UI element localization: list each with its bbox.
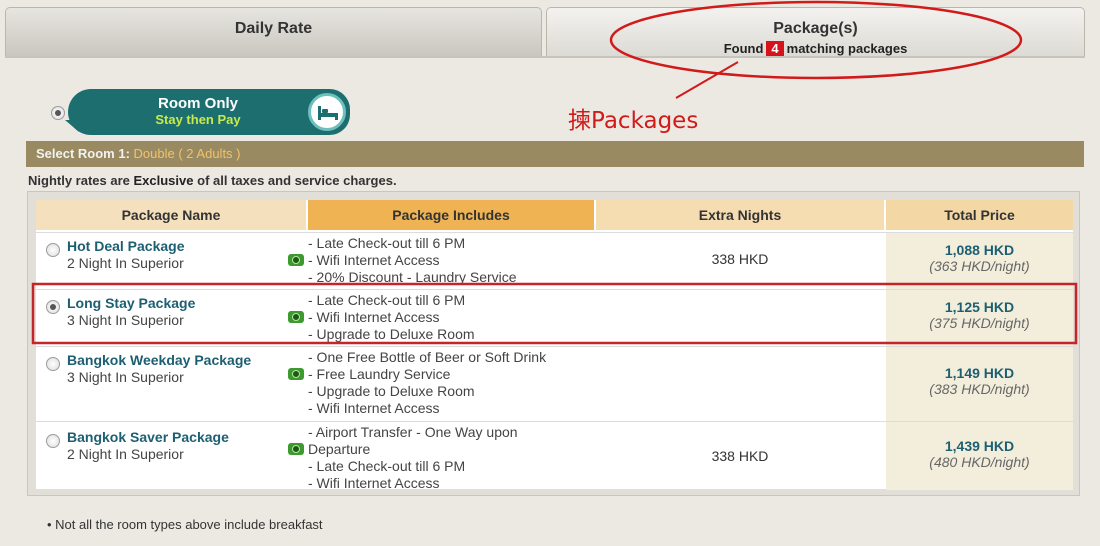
package-name-link[interactable]: Hot Deal Package — [67, 238, 185, 254]
total-price: 1,125 HKD — [944, 299, 1015, 315]
tab-divider — [5, 56, 1085, 58]
package-includes: - Late Check-out till 6 PM - Wifi Intern… — [308, 292, 475, 342]
total-price: 1,439 HKD — [944, 438, 1015, 454]
package-includes: - Airport Transfer - One Way upon Depart… — [308, 424, 518, 491]
package-name-link[interactable]: Long Stay Package — [67, 295, 195, 311]
package-includes: - One Free Bottle of Beer or Soft Drink … — [308, 349, 547, 416]
nightly-rates-notice: Nightly rates are Exclusive of all taxes… — [28, 173, 397, 188]
per-night-price: (375 HKD/night) — [929, 315, 1030, 331]
select-room-label: Select Room 1: — [36, 146, 130, 161]
room-only-title: Room Only — [157, 95, 238, 112]
header-extra-nights: Extra Nights — [596, 200, 884, 230]
tab-daily-rate[interactable]: Daily Rate — [5, 7, 542, 57]
select-room-value: Double ( 2 Adults ) — [133, 146, 241, 161]
annotation-label: 揀Packages — [568, 108, 699, 134]
package-radio[interactable] — [46, 434, 60, 448]
table-row[interactable]: Bangkok Weekday Package 3 Night In Super… — [36, 346, 1073, 421]
header-total-price: Total Price — [886, 200, 1073, 230]
tab-packages[interactable]: Package(s) Found 4 matching packages — [546, 7, 1085, 57]
tab-packages-label: Package(s) — [773, 20, 858, 37]
package-radio[interactable] — [46, 243, 60, 257]
per-night-price: (480 HKD/night) — [929, 454, 1030, 470]
total-price-cell: 1,149 HKD (383 HKD/night) — [886, 347, 1073, 421]
exclusive-text: Exclusive — [133, 173, 194, 188]
packages-found-text: Found 4 matching packages — [723, 41, 908, 57]
package-room: 2 Night In Superior — [67, 255, 184, 271]
total-price-cell: 1,439 HKD (480 HKD/night) — [886, 422, 1073, 490]
room-only-option[interactable]: Room Only Stay then Pay — [68, 89, 350, 135]
package-includes: - Late Check-out till 6 PM - Wifi Intern… — [308, 235, 517, 285]
total-price: 1,149 HKD — [944, 365, 1015, 381]
total-price-cell: 1,088 HKD (363 HKD/night) — [886, 233, 1073, 289]
table-row[interactable]: Hot Deal Package 2 Night In Superior - L… — [36, 232, 1073, 289]
camera-icon[interactable] — [288, 368, 304, 380]
per-night-price: (363 HKD/night) — [929, 258, 1030, 274]
annotation-arrow-line — [675, 61, 739, 99]
package-room: 3 Night In Superior — [67, 369, 184, 385]
camera-icon[interactable] — [288, 254, 304, 266]
header-package-name: Package Name — [36, 200, 306, 230]
package-radio[interactable] — [46, 300, 60, 314]
extra-nights-price: 338 HKD — [711, 251, 769, 267]
table-row[interactable]: Long Stay Package 3 Night In Superior - … — [36, 289, 1073, 346]
camera-icon[interactable] — [288, 311, 304, 323]
room-only-radio[interactable] — [51, 106, 65, 120]
package-room: 3 Night In Superior — [67, 312, 184, 328]
select-room-bar: Select Room 1: Double ( 2 Adults ) — [26, 141, 1084, 167]
package-name-link[interactable]: Bangkok Weekday Package — [67, 352, 251, 368]
header-package-includes: Package Includes — [308, 200, 594, 230]
per-night-price: (383 HKD/night) — [929, 381, 1030, 397]
camera-icon[interactable] — [288, 443, 304, 455]
total-price-cell: 1,125 HKD (375 HKD/night) — [886, 290, 1073, 346]
package-table-frame: Package Name Package Includes Extra Nigh… — [27, 191, 1080, 496]
package-radio[interactable] — [46, 357, 60, 371]
breakfast-footnote: • Not all the room types above include b… — [47, 517, 323, 532]
tab-daily-rate-label: Daily Rate — [234, 20, 313, 37]
package-room: 2 Night In Superior — [67, 446, 184, 462]
room-only-subtitle: Stay then Pay — [155, 112, 241, 127]
package-name-link[interactable]: Bangkok Saver Package — [67, 429, 229, 445]
packages-count-badge: 4 — [766, 41, 784, 57]
extra-nights-price: 338 HKD — [711, 448, 769, 464]
table-row[interactable]: Bangkok Saver Package 2 Night In Superio… — [36, 421, 1073, 491]
package-table: Package Name Package Includes Extra Nigh… — [36, 200, 1073, 491]
bed-icon — [308, 93, 346, 131]
total-price: 1,088 HKD — [944, 242, 1015, 258]
